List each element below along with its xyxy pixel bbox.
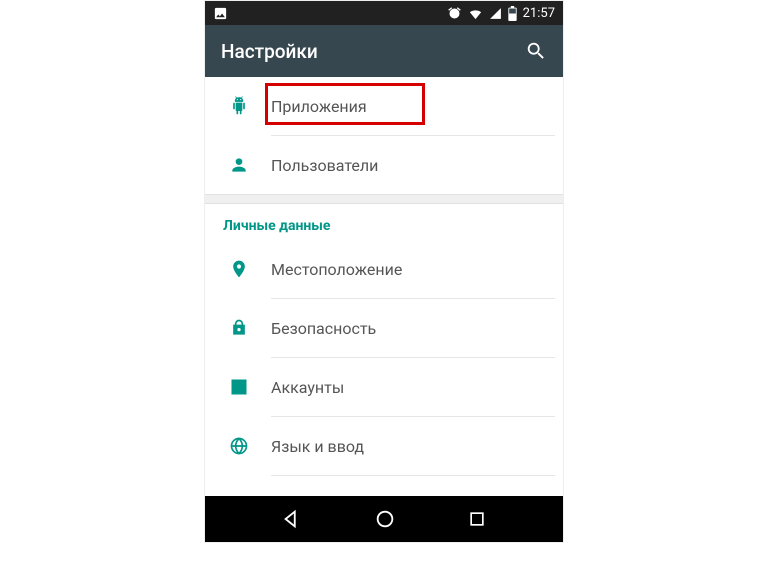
account-box-icon	[229, 377, 271, 397]
navigation-bar	[205, 496, 563, 542]
list-item-label: Местоположение	[271, 260, 557, 279]
alarm-icon	[447, 6, 462, 21]
section-header-personal: Личные данные	[205, 204, 563, 240]
list-item-security[interactable]: Безопасность	[205, 299, 563, 357]
phone-frame: 21:57 Настройки Приложения Пользователи	[204, 0, 564, 543]
battery-icon	[508, 6, 517, 21]
cellular-icon	[489, 7, 502, 20]
home-button[interactable]	[374, 508, 396, 530]
app-bar: Настройки	[205, 25, 563, 77]
recent-apps-button[interactable]	[467, 509, 487, 529]
list-item-location[interactable]: Местоположение	[205, 240, 563, 298]
list-item-label: Приложения	[271, 97, 557, 116]
list-item-label: Пользователи	[271, 156, 557, 175]
section-divider	[205, 194, 563, 204]
search-button[interactable]	[525, 40, 547, 62]
image-placeholder-icon	[213, 6, 228, 21]
page-title: Настройки	[221, 40, 318, 63]
lock-icon	[229, 318, 271, 338]
list-item-apps[interactable]: Приложения	[205, 77, 563, 135]
status-time: 21:57	[523, 6, 555, 21]
status-bar: 21:57	[205, 1, 563, 25]
list-item-accounts[interactable]: Аккаунты	[205, 358, 563, 416]
divider	[271, 475, 555, 476]
list-item-label: Язык и ввод	[271, 437, 557, 456]
list-item-label: Безопасность	[271, 319, 557, 338]
wifi-icon	[468, 6, 483, 21]
location-icon	[229, 259, 271, 279]
android-icon	[229, 96, 271, 116]
list-item-language[interactable]: Язык и ввод	[205, 417, 563, 475]
globe-icon	[229, 436, 271, 456]
person-icon	[229, 155, 271, 175]
list-item-label: Аккаунты	[271, 378, 557, 397]
list-item-users[interactable]: Пользователи	[205, 136, 563, 194]
settings-list: Приложения Пользователи Личные данные Ме…	[205, 77, 563, 476]
back-button[interactable]	[281, 508, 303, 530]
